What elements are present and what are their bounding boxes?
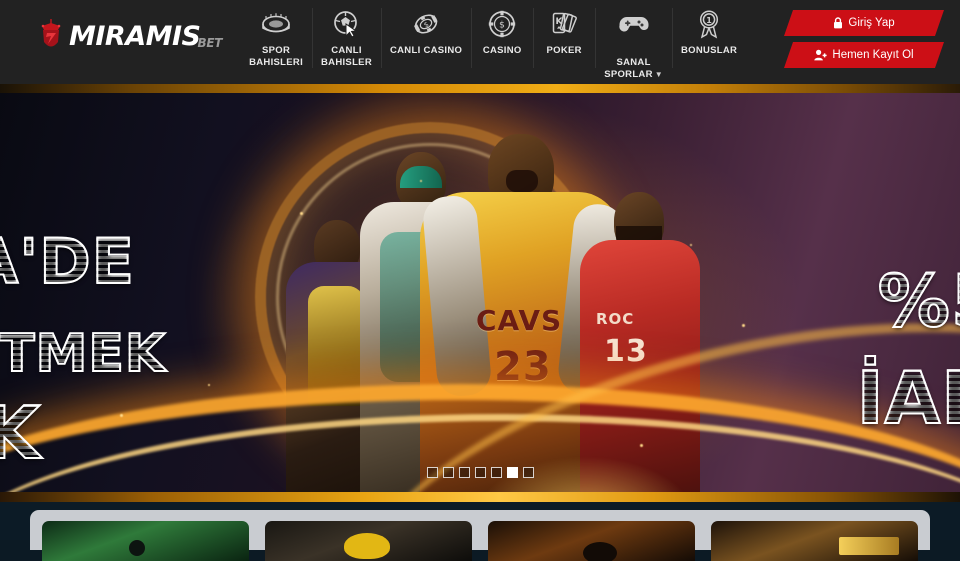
nav-item-casino[interactable]: $ CASINO [471,0,533,68]
nav-label: SPOR BAHISLERI [249,45,304,68]
hero-headline-line: BETMEK [0,327,166,381]
promo-tile-rail [30,510,930,561]
carousel-dot[interactable] [442,467,454,478]
nav-label: SANAL SPORLAR ▼ [604,45,663,81]
spark-particle [640,444,643,447]
spark-particle [300,212,303,215]
carousel-dot-active[interactable] [506,467,518,478]
carousel-dot[interactable] [522,467,534,478]
hero-headline-line: OK [0,396,166,470]
casino-chips-icon: $ [410,8,442,40]
logo-wordmark: MIRAMIS [69,20,201,52]
playing-cards-icon: K [549,8,579,40]
promo-section [0,502,960,561]
banner-bottom-gold-band [0,492,960,502]
banner-top-gold-band [0,84,960,93]
user-add-icon [814,49,827,61]
nav-label: CASINO [482,45,522,56]
nav-label-text: SANAL SPORLAR [604,57,653,80]
nav-label: BONUSLAR [680,45,738,56]
hero-headline-line: BA'DE [0,230,166,294]
login-button[interactable]: Giriş Yap [784,10,944,36]
main-navigation: SPOR BAHISLERI CANLI BAHISLER $ CANLI CA… [240,0,746,84]
nav-item-canli-bahisler[interactable]: CANLI BAHISLER [312,0,381,69]
tile-artwork [583,541,618,561]
promo-tile-2[interactable] [265,521,472,561]
jersey-team-label: CAVS [476,304,563,337]
svg-text:K: K [556,17,564,27]
shield-crown-icon [38,18,64,54]
carousel-dot[interactable] [474,467,486,478]
nav-item-bonuslar[interactable]: 1 BONUSLAR [671,0,746,68]
logo-suffix: BET [197,35,223,50]
site-header: MIRAMIS BET SPOR BAHISLERI CANLI BAHISLE… [0,0,960,84]
nav-item-sanal-sporlar[interactable]: SANAL SPORLAR ▼ [595,0,672,81]
jersey-team-label: ROC [596,310,635,328]
nav-item-spor-bahisleri[interactable]: SPOR BAHISLERI [240,0,312,69]
nav-label: POKER [546,45,582,56]
promo-tile-3[interactable] [488,521,695,561]
register-label: Hemen Kayıt Ol [832,49,914,61]
spark-particle [420,180,422,182]
lock-icon [833,17,843,29]
login-label: Giriş Yap [848,17,895,29]
svg-text:$: $ [499,21,505,31]
svg-text:1: 1 [706,16,712,25]
nav-item-poker[interactable]: K POKER [533,0,595,68]
hero-headline-line: İAD [856,361,960,435]
carousel-dot[interactable] [490,467,502,478]
jersey-number: 23 [494,344,552,390]
tile-artwork [343,533,390,559]
hero-headline-line: %5 [857,264,960,338]
spark-particle [208,384,210,386]
chevron-down-icon[interactable]: ▼ [655,70,663,79]
jersey-number: 13 [604,334,648,369]
nav-item-canli-casino[interactable]: $ CANLI CASINO [380,0,471,68]
site-logo[interactable]: MIRAMIS BET [38,16,222,56]
register-button[interactable]: Hemen Kayıt Ol [784,42,944,68]
promo-tile-1[interactable] [42,521,249,561]
auth-buttons: Giriş Yap Hemen Kayıt Ol [784,10,944,68]
gamepad-icon [618,8,650,40]
promo-tile-4[interactable] [711,521,918,561]
poker-chip-icon: $ [488,8,516,40]
stadium-icon [260,8,292,40]
nav-label: CANLI CASINO [389,45,463,56]
hero-banner-carousel[interactable]: CAVS 23 ROC 13 BA'DE BETMEK OK %5 İAD [0,84,960,502]
hero-headline-left: BA'DE BETMEK OK [0,230,166,470]
award-ribbon-icon: 1 [695,8,723,40]
tile-artwork [128,540,145,557]
carousel-dot[interactable] [458,467,470,478]
hero-headline-right: %5 İAD [856,264,960,435]
soccer-ball-cursor-icon [332,8,362,40]
nav-label: CANLI BAHISLER [321,45,372,68]
spark-particle [690,244,692,246]
spark-particle [742,324,745,327]
carousel-indicators[interactable] [0,467,960,478]
carousel-dot[interactable] [426,467,438,478]
